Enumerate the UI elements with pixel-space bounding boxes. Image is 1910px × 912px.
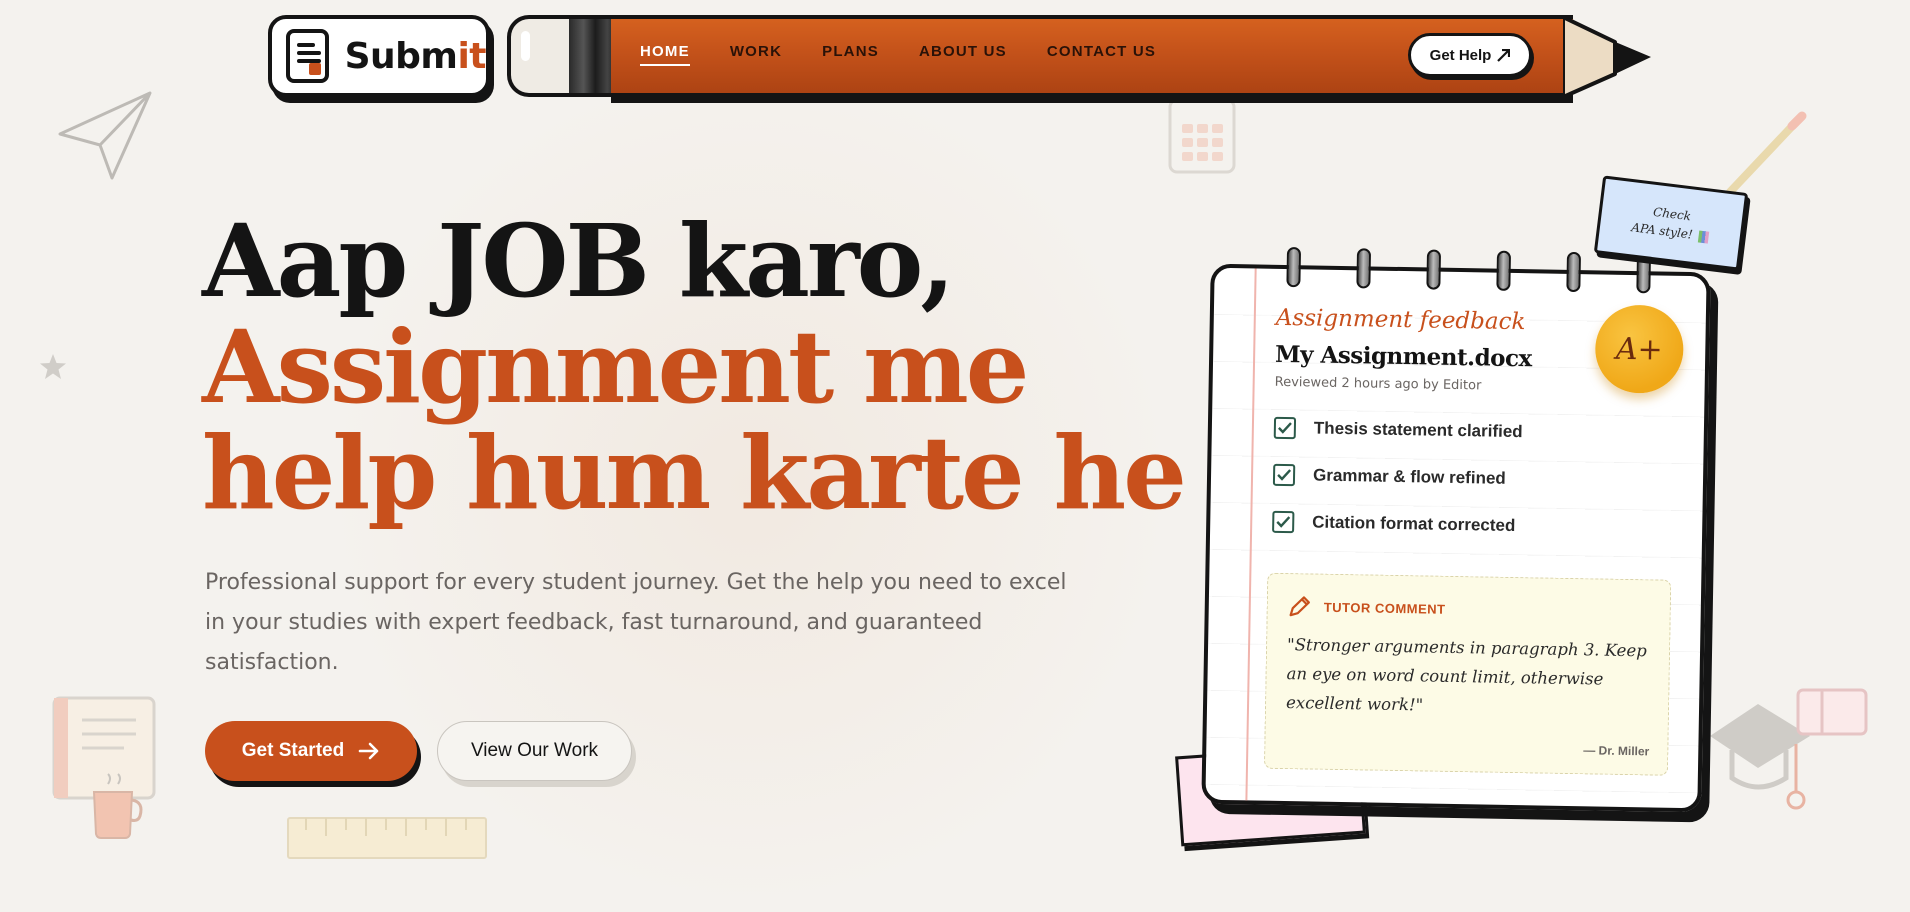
brand-name: Submit [344,35,487,77]
checklist-item: Grammar & flow refined [1272,463,1506,490]
pencil-icon [1289,596,1310,617]
spiral-ring [1566,251,1582,293]
hero-title-line-2: Assignment me [202,308,1029,426]
notebook-margin-line [1245,268,1257,801]
nav-plans[interactable]: PLANS [822,43,879,60]
feedback-kicker: Assignment feedback [1275,304,1526,336]
get-started-button[interactable]: Get Started [205,721,417,781]
checklist-label: Citation format corrected [1312,512,1516,536]
hero-description: Professional support for every student j… [205,570,1067,675]
grade-badge: A+ [1594,304,1685,394]
checklist-item: Citation format corrected [1272,510,1516,537]
checklist-item: Thesis statement clarified [1273,416,1523,443]
spiral-ring [1426,249,1442,290]
brand-logo[interactable]: Submit [268,15,490,97]
nav-about-us[interactable]: ABOUT US [919,43,1007,60]
pencil-eraser [507,15,577,97]
pencil-ferrule [569,15,617,97]
checkbox-checked-icon [1273,416,1297,440]
nav-home[interactable]: HOME [640,43,690,66]
hero-title-line-3: help hum karte he [202,414,1187,532]
spiral-ring [1286,247,1302,288]
checklist-label: Grammar & flow refined [1312,465,1506,488]
view-our-work-label: View Our Work [470,740,599,761]
paper-plane-icon [58,91,152,180]
calculator-icon [1168,98,1236,174]
tutor-comment-header: TUTOR COMMENT [1288,594,1446,621]
books-icon [1697,229,1710,244]
pencil-doodle-icon [1726,111,1807,196]
send-arrow-icon [1497,48,1511,62]
spiral-ring [1356,248,1372,289]
ruler-icon [287,817,487,859]
tutor-comment-box: TUTOR COMMENT "Stronger arguments in par… [1263,572,1672,776]
checklist-label: Thesis statement clarified [1313,418,1523,442]
tutor-comment-text: "Stronger arguments in paragraph 3. Keep… [1285,635,1647,715]
assignment-file-name: My Assignment.docx [1274,340,1532,373]
document-icon [286,29,329,83]
coffee-mug-icon [92,773,143,839]
nav-contact-us[interactable]: CONTACT US [1047,43,1156,60]
checkbox-checked-icon [1272,510,1295,534]
get-started-label: Get Started [241,740,345,761]
nav-work[interactable]: WORK [730,43,782,60]
tutor-comment-label: TUTOR COMMENT [1323,599,1446,617]
hero-title: Aap JOB karo, Assignment me help hum kar… [202,202,1187,532]
apa-sticky-note: Check APA style! [1593,175,1749,271]
get-help-label: Get Help [1429,46,1492,64]
eraser-icon [1796,688,1868,736]
hero-title-line-1: Aap JOB karo, [202,202,955,320]
view-our-work-button[interactable]: View Our Work [437,721,632,781]
get-help-button[interactable]: Get Help [1408,33,1532,77]
main-nav: HOME WORK PLANS ABOUT US CONTACT US [640,43,1196,66]
tutor-name: — Dr. Miller [1583,743,1650,759]
pencil-tip [1563,15,1651,99]
feedback-notebook: Assignment feedback My Assignment.docx R… [1201,247,1711,813]
arrow-right-icon [358,742,379,760]
star-icon [40,354,66,379]
spiral-ring [1496,250,1512,291]
review-meta: Reviewed 2 hours ago by Editor [1274,374,1482,394]
checkbox-checked-icon [1272,463,1296,487]
